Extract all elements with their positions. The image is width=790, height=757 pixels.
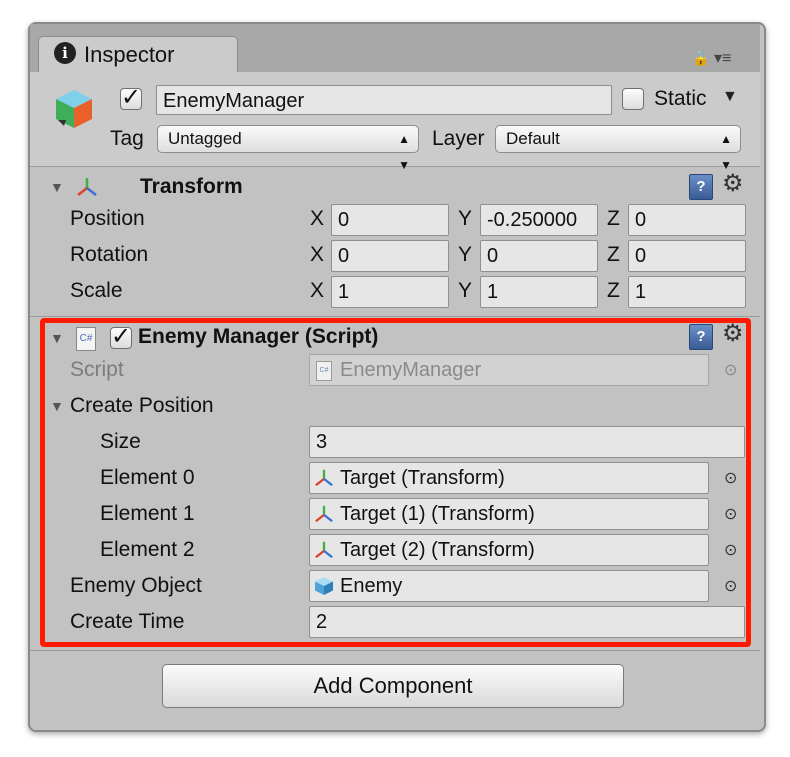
tab-menu-icon[interactable]: ▾≡ (714, 51, 750, 67)
checkmark-icon: ✓ (121, 84, 142, 111)
tab-title: Inspector (84, 42, 175, 67)
help-book-icon[interactable]: ? (689, 174, 713, 200)
static-label: Static (654, 87, 707, 110)
dropdown-arrows-icon: ▲ ▼ (398, 132, 410, 172)
add-component-button[interactable]: Add Component (162, 664, 624, 708)
position-y-field[interactable]: -0.250000 (480, 204, 598, 236)
rotation-y-field[interactable]: 0 (480, 240, 598, 272)
scale-z-field[interactable]: 1 (628, 276, 746, 308)
info-icon: i (54, 42, 76, 64)
scale-label: Scale (70, 279, 123, 302)
axis-y-label: Y (458, 243, 473, 266)
position-x-field[interactable]: 0 (331, 204, 449, 236)
static-dropdown-icon[interactable]: ▼ (722, 88, 738, 106)
tag-dropdown[interactable]: Untagged ▲ ▼ (157, 125, 419, 172)
tag-value: Untagged (168, 129, 242, 148)
active-checkbox[interactable]: ✓ (120, 84, 142, 111)
rotation-x-field[interactable]: 0 (331, 240, 449, 272)
scale-y-field[interactable]: 1 (480, 276, 598, 308)
transform-title: Transform (140, 175, 243, 198)
static-checkbox[interactable] (622, 88, 644, 110)
highlight-box (40, 318, 751, 647)
rotation-label: Rotation (70, 243, 149, 266)
layer-label: Layer (432, 127, 485, 150)
scale-x-field[interactable]: 1 (331, 276, 449, 308)
axis-x-label: X (310, 207, 325, 230)
layer-dropdown[interactable]: Default ▲ ▼ (495, 125, 741, 172)
transform-foldout-arrow[interactable]: ▼ (50, 179, 64, 195)
axis-z-label: Z (607, 243, 620, 266)
position-label: Position (70, 207, 145, 230)
axis-y-label: Y (458, 279, 473, 302)
layer-value: Default (506, 129, 560, 148)
lock-icon[interactable]: 🔒 (692, 50, 709, 66)
axis-y-label: Y (458, 207, 473, 230)
gear-icon[interactable]: ⚙ (722, 172, 744, 196)
gameobject-name-field[interactable]: EnemyManager (156, 85, 612, 115)
axis-x-label: X (310, 279, 325, 302)
component-separator (30, 316, 760, 317)
position-z-field[interactable]: 0 (628, 204, 746, 236)
tag-label: Tag (110, 127, 144, 150)
axis-x-label: X (310, 243, 325, 266)
gameobject-cube-icon (56, 90, 92, 128)
axis-z-label: Z (607, 207, 620, 230)
transform-icon (77, 178, 97, 196)
rotation-z-field[interactable]: 0 (628, 240, 746, 272)
axis-z-label: Z (607, 279, 620, 302)
component-separator (30, 650, 760, 651)
